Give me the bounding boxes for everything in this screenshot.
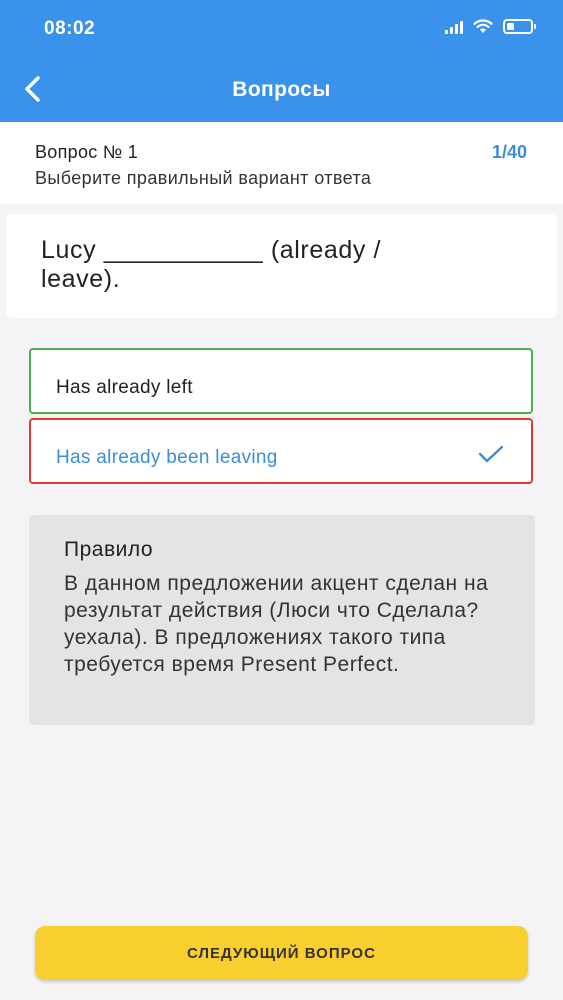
question-text: Lucy ___________ (already / leave). (41, 236, 382, 293)
answer-option-correct[interactable]: Has already left (29, 348, 533, 414)
app-header: 08:02 Вопросы (0, 0, 563, 122)
status-time: 08:02 (44, 18, 96, 39)
question-instruction: Выберите правильный вариант ответа (35, 168, 372, 188)
checkmark-icon (478, 445, 504, 463)
next-question-button[interactable]: СЛЕДУЮЩИЙ ВОПРОС (35, 926, 528, 980)
battery-icon (503, 19, 536, 34)
answer-option-selected[interactable]: Has already been leaving (29, 418, 533, 484)
answer-label: Has already left (56, 377, 193, 398)
question-number: Вопрос № 1 (35, 142, 139, 162)
rule-text: В данном предложении акцент сделан на ре… (64, 572, 489, 676)
question-progress: 1/40 (491, 142, 527, 162)
answer-label: Has already been leaving (56, 447, 278, 468)
page-title: Вопросы (232, 78, 331, 101)
wifi-icon (473, 19, 493, 33)
rule-title: Правило (64, 538, 154, 561)
status-icons (445, 19, 536, 34)
cellular-signal-icon (445, 20, 463, 34)
question-header (0, 122, 563, 204)
